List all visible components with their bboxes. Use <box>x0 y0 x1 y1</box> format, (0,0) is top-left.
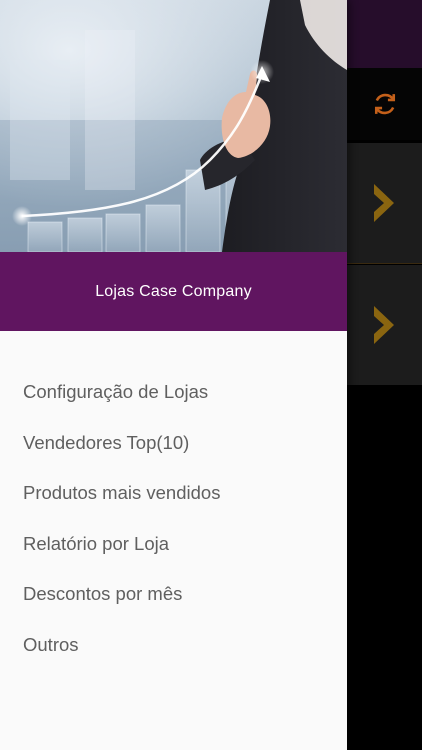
refresh-button[interactable] <box>347 68 422 140</box>
chevron-right-icon <box>373 306 394 344</box>
menu-item-label: Configuração de Lojas <box>23 381 209 403</box>
menu-item-label: Descontos por mês <box>23 583 183 605</box>
menu-item-produtos-mais-vendidos[interactable]: Produtos mais vendidos <box>0 468 347 519</box>
menu-item-vendedores-top[interactable]: Vendedores Top(10) <box>0 418 347 469</box>
menu-item-descontos-por-mes[interactable]: Descontos por mês <box>0 569 347 620</box>
drawer-menu: Configuração de Lojas Vendedores Top(10)… <box>0 331 347 670</box>
rising-chart-photo <box>0 0 347 252</box>
chevron-right-icon <box>373 184 394 222</box>
menu-item-label: Relatório por Loja <box>23 532 170 554</box>
drawer-header: Lojas Case Company <box>0 252 347 331</box>
divider <box>347 263 422 264</box>
menu-item-label: Outros <box>23 633 79 655</box>
menu-item-label: Vendedores Top(10) <box>23 431 190 453</box>
next-card-button[interactable] <box>347 265 422 385</box>
menu-item-relatorio-por-loja[interactable]: Relatório por Loja <box>0 519 347 570</box>
refresh-icon <box>374 93 395 115</box>
menu-item-configuracao-lojas[interactable]: Configuração de Lojas <box>0 367 347 418</box>
next-card-button[interactable] <box>347 143 422 263</box>
drawer-title: Lojas Case Company <box>95 282 252 300</box>
drawer-hero-image <box>0 0 347 252</box>
menu-item-label: Produtos mais vendidos <box>23 482 221 504</box>
navigation-drawer: Lojas Case Company Configuração de Lojas… <box>0 0 347 750</box>
menu-item-outros[interactable]: Outros <box>0 620 347 671</box>
